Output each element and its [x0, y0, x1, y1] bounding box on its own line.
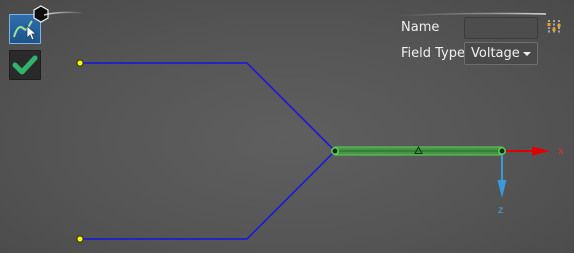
field-type-dropdown[interactable]: Voltage	[464, 42, 538, 65]
selected-segment[interactable]	[334, 145, 503, 156]
x-axis-arrow	[502, 146, 550, 156]
chevron-down-icon	[523, 52, 531, 56]
checkmark-icon	[12, 55, 38, 75]
finish-tool-button[interactable]	[9, 50, 41, 80]
field-type-label: Field Type	[401, 46, 465, 61]
wire-lower-branch[interactable]	[80, 150, 336, 240]
segment-end-node[interactable]	[498, 147, 506, 155]
toolbar-swoosh-decoration	[44, 11, 84, 16]
options-icon[interactable]	[545, 18, 563, 36]
name-label: Name	[401, 20, 440, 35]
field-type-value: Voltage	[471, 46, 520, 61]
lower-endpoint[interactable]	[76, 235, 84, 243]
properties-panel: Name Field Type Voltage	[396, 12, 566, 70]
z-axis-label: z	[498, 205, 503, 216]
x-axis-label: x	[558, 146, 564, 157]
z-axis-arrow	[497, 151, 507, 198]
wire-upper-branch[interactable]	[80, 62, 336, 152]
junction-node[interactable]	[331, 147, 339, 155]
upper-endpoint[interactable]	[76, 59, 84, 67]
name-input[interactable]	[464, 17, 538, 39]
